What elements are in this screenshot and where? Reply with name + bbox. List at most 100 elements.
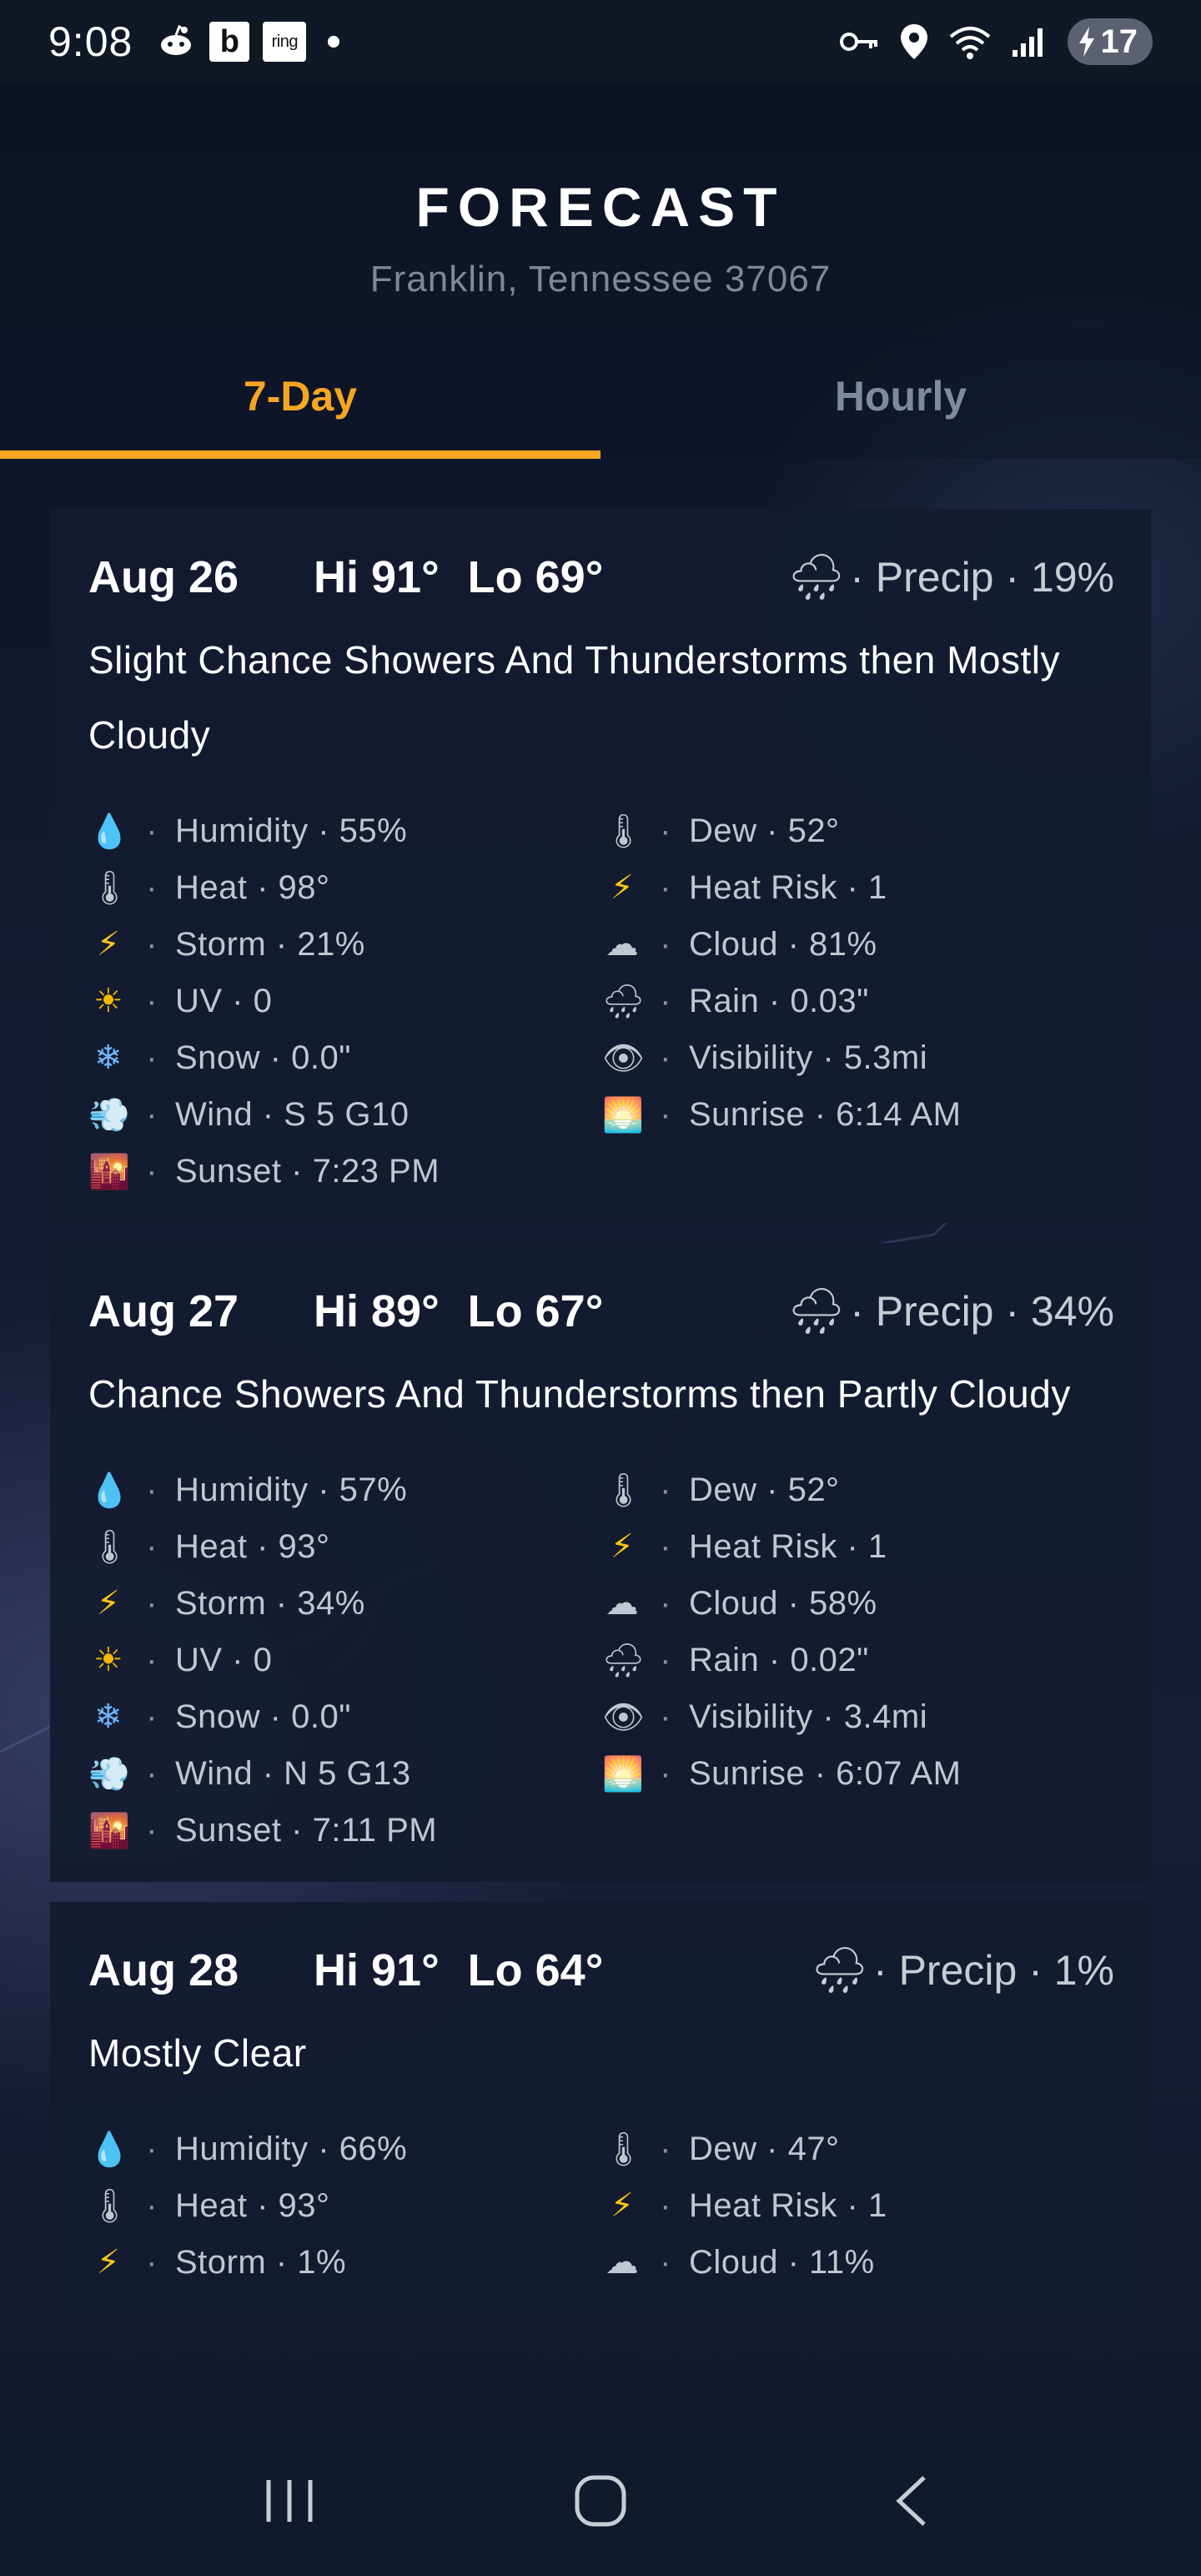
- sunrise-icon: 🌅: [602, 1755, 645, 1793]
- day-card[interactable]: Aug 28 Hi 91° Lo 64° 🌧 · Precip · 1% Most…: [50, 1902, 1151, 2314]
- sunset-icon: 🌇: [88, 1153, 131, 1190]
- location-label: Franklin, Tennessee 37067: [369, 259, 832, 299]
- stat-storm: ⚡ · Storm · 21%: [88, 916, 602, 973]
- lightning-icon: ⚡: [96, 1585, 121, 1622]
- stat-storm: ⚡ · Storm · 34%: [88, 1575, 602, 1632]
- stat-snow: ❄ · Snow · 0.0": [88, 1688, 602, 1745]
- precip-label: · Precip · 1%: [873, 1947, 1114, 1994]
- stat-rain: 🌧 · Rain · 0.03": [602, 982, 869, 1020]
- day-card[interactable]: Aug 26 Hi 91° Lo 69° 🌧 · Precip · 19% Sli…: [50, 509, 1151, 1223]
- thermometer-icon: 🌡: [602, 2131, 646, 2168]
- stat-heat-risk-label: Heat Risk · 1: [689, 1527, 887, 1565]
- lightning-icon: ⚡: [610, 2187, 635, 2224]
- home-icon: [575, 2475, 626, 2527]
- stat-dew-label: Dew · 47°: [689, 2130, 840, 2167]
- temp-hilo: Hi 91° Lo 69°: [314, 551, 603, 603]
- stat-dew: 🌡 · Dew · 52°: [602, 1471, 840, 1509]
- reddit-icon: [156, 22, 196, 62]
- rain-cloud-icon: 🌧: [602, 1642, 646, 1679]
- rain-cloud-icon: 🌧: [787, 551, 846, 602]
- cloud-icon: ☁: [605, 926, 640, 963]
- recent-apps-button[interactable]: [239, 2451, 339, 2551]
- forecast-list[interactable]: Aug 26 Hi 91° Lo 69° 🌧 · Precip · 19% Sli…: [50, 509, 1151, 2334]
- stat-humidity: 💧 · Humidity · 66%: [88, 2130, 408, 2168]
- day-description: Mostly Clear: [88, 2031, 307, 2075]
- stat-snow-label: Snow · 0.0": [175, 1039, 351, 1076]
- stat-heat: 🌡 · Heat · 98°: [88, 868, 330, 907]
- stat-heat-risk: ⚡ · Heat Risk · 1: [602, 1518, 1119, 1575]
- stat-sunrise-label: Sunrise · 6:07 AM: [689, 1754, 962, 1792]
- stat-wind-label: Wind · N 5 G13: [175, 1754, 411, 1792]
- battery-level: 17: [1100, 23, 1138, 60]
- stat-visibility-label: Visibility · 3.4mi: [689, 1698, 928, 1735]
- stat-heat-risk-label: Heat Risk · 1: [689, 2186, 887, 2224]
- stat-dew: 🌡 · Dew · 52°: [602, 812, 840, 850]
- sun-icon: ☀: [93, 1642, 124, 1678]
- status-time: 9:08: [48, 18, 133, 65]
- stat-rain: 🌧 · Rain · 0.02": [602, 1641, 869, 1679]
- sunrise-icon: 🌅: [602, 1096, 645, 1134]
- battery-indicator: 17: [1067, 18, 1153, 65]
- day-date: Aug 26: [88, 552, 239, 602]
- stat-heat-risk: ⚡ · Heat Risk · 1: [602, 2177, 1119, 2234]
- stat-storm: ⚡ · Storm · 1%: [88, 2234, 602, 2291]
- stat-heat: 🌡 · Heat · 93°: [88, 2186, 330, 2225]
- temp-high: Hi 91°: [314, 1945, 440, 1995]
- stat-heat-risk: ⚡ · Heat Risk · 1: [602, 859, 1119, 916]
- signal-icon: [1011, 22, 1049, 62]
- tab-hourly[interactable]: Hourly: [600, 334, 1201, 459]
- lightning-icon: ⚡: [96, 2244, 121, 2281]
- stat-sunset-label: Sunset · 7:23 PM: [175, 1152, 440, 1190]
- home-button[interactable]: [550, 2451, 651, 2551]
- stat-snow-label: Snow · 0.0": [175, 1698, 351, 1735]
- stat-wind-label: Wind · S 5 G10: [175, 1095, 410, 1133]
- lightning-icon: ⚡: [610, 1528, 635, 1565]
- stat-sunset-label: Sunset · 7:11 PM: [175, 1811, 438, 1849]
- stat-visibility: 👁 · Visibility · 5.3mi: [602, 1039, 928, 1077]
- lightning-icon: ⚡: [610, 869, 635, 906]
- stat-dew-label: Dew · 52°: [689, 1471, 840, 1508]
- snowflake-icon: ❄: [93, 1039, 123, 1076]
- stats-grid: 💧 · Humidity · 66% 🌡 · Dew · 47° 🌡 · Heat · 93…: [88, 2121, 1114, 2291]
- cloud-icon: ☁: [605, 1585, 640, 1622]
- precip-label: · Precip · 34%: [850, 1288, 1114, 1335]
- header: FORECAST Franklin, Tennessee 37067 7-Day…: [0, 83, 1201, 459]
- location-icon: [899, 22, 929, 62]
- recent-apps-icon: [266, 2480, 313, 2522]
- back-button[interactable]: [862, 2451, 962, 2551]
- stat-humidity-label: Humidity · 55%: [175, 812, 408, 849]
- eye-icon: 👁: [602, 1698, 646, 1736]
- day-description: Slight Chance Showers And Thunderstorms …: [88, 638, 1061, 757]
- stat-sunset: 🌇 · Sunset · 7:11 PM: [88, 1811, 438, 1849]
- stat-heat: 🌡 · Heat · 93°: [88, 1527, 330, 1566]
- day-description: Chance Showers And Thunderstorms then Pa…: [88, 1372, 1071, 1416]
- stat-cloud: ☁ · Cloud · 58%: [602, 1575, 1119, 1632]
- day-card[interactable]: Aug 27 Hi 89° Lo 67° 🌧 · Precip · 34% Cha…: [50, 1243, 1151, 1882]
- stat-dew: 🌡 · Dew · 47°: [602, 2130, 840, 2168]
- stat-rain-label: Rain · 0.02": [689, 1641, 869, 1678]
- wind-icon: 💨: [88, 1755, 131, 1793]
- stat-cloud: ☁ · Cloud · 11%: [602, 2234, 1119, 2291]
- day-date: Aug 28: [88, 1945, 239, 1995]
- thermometer-icon: 🌡: [602, 813, 646, 850]
- stat-sunrise: 🌅 · Sunrise · 6:07 AM: [602, 1754, 962, 1793]
- rain-cloud-icon: 🌧: [811, 1945, 869, 1995]
- droplet-icon: 💧: [88, 1472, 131, 1509]
- stat-humidity-label: Humidity · 66%: [175, 2130, 408, 2167]
- stats-grid: 💧 · Humidity · 57% 🌡 · Dew · 52° 🌡 · Heat · 93…: [88, 1462, 1114, 1859]
- stat-uv: ☀ · UV · 0: [88, 973, 602, 1029]
- system-navigation-bar: [0, 2426, 1201, 2576]
- tab-7-day[interactable]: 7-Day: [0, 334, 600, 459]
- temp-hilo: Hi 89° Lo 67°: [314, 1285, 603, 1337]
- b-app-icon: b: [209, 22, 250, 62]
- stat-heat-label: Heat · 93°: [175, 2186, 330, 2224]
- droplet-icon: 💧: [88, 813, 131, 850]
- stat-humidity-label: Humidity · 57%: [175, 1471, 408, 1508]
- rain-cloud-icon: 🌧: [787, 1285, 846, 1336]
- temp-low: Lo 64°: [467, 1945, 604, 1995]
- stat-visibility-label: Visibility · 5.3mi: [689, 1039, 928, 1076]
- stat-heat-label: Heat · 98°: [175, 868, 330, 906]
- stat-visibility: 👁 · Visibility · 3.4mi: [602, 1698, 928, 1736]
- key-icon: [839, 22, 881, 62]
- stat-heat-label: Heat · 93°: [175, 1527, 330, 1565]
